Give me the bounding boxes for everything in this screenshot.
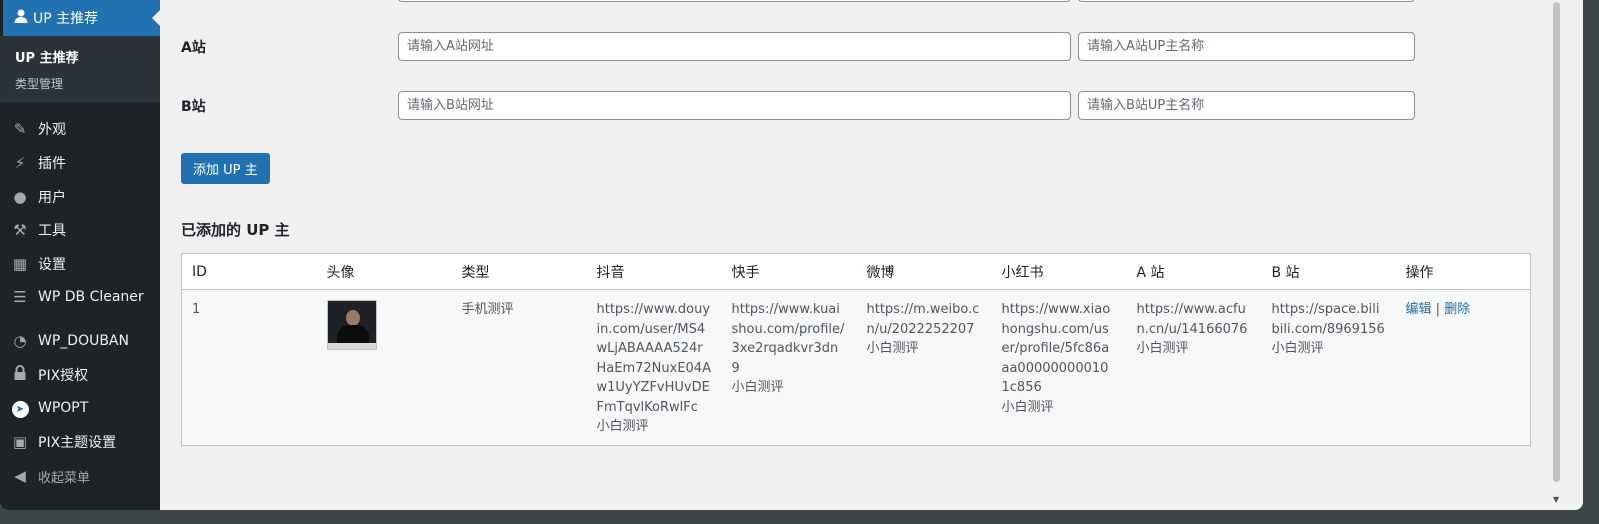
scroll-down-icon[interactable]: ▼	[1553, 495, 1559, 504]
a-station-name: 小白测评	[1136, 341, 1189, 356]
b-station-name-input[interactable]	[1078, 91, 1415, 120]
previous-url-input[interactable]	[398, 0, 1071, 2]
app-window: UP 主推荐 UP 主推荐 类型管理 ✎ 外观 ⚡ 插件 ● 用户 ⚒ 工具 ▦…	[0, 0, 1583, 510]
user-icon	[13, 8, 33, 28]
section-title: 已添加的 UP 主	[181, 221, 290, 239]
sidebar-item-tools[interactable]: ⚒ 工具	[0, 214, 160, 246]
weibo-url: https://m.weibo.cn/u/2022252207	[866, 302, 980, 337]
sidebar-item-appearance[interactable]: ✎ 外观	[0, 113, 160, 145]
sidebar-item-label: UP 主推荐	[33, 11, 99, 27]
current-arrow	[152, 10, 160, 26]
sidebar-item-pix-license[interactable]: PIX授权	[0, 359, 160, 391]
column-header: 抖音	[586, 253, 722, 290]
wrench-icon: ⚒	[13, 221, 27, 239]
cell-b-station: https://space.bilibili.com/8969156 小白测评	[1261, 289, 1396, 445]
sidebar-item-label: PIX主题设置	[38, 435, 117, 451]
sidebar-item-label: WP DB Cleaner	[38, 289, 144, 305]
a-station-url-input[interactable]	[398, 32, 1071, 61]
a-station-url: https://www.acfun.cn/u/14166076	[1136, 302, 1248, 337]
cell-xiaohongshu: https://www.xiaohongshu.com/user/profile…	[991, 289, 1127, 445]
sidebar-item-settings[interactable]: ▦ 设置	[0, 248, 160, 280]
collapse-icon: ◀	[14, 467, 26, 485]
sidebar-item-pix-theme-settings[interactable]: ▣ PIX主题设置	[0, 426, 160, 458]
douyin-url: https://www.douyin.com/user/MS4wLjABAAAA…	[596, 302, 711, 415]
previous-name-input[interactable]	[1078, 0, 1415, 2]
b-station-url-input[interactable]	[398, 91, 1071, 120]
admin-sidebar: UP 主推荐 UP 主推荐 类型管理 ✎ 外观 ⚡ 插件 ● 用户 ⚒ 工具 ▦…	[0, 0, 160, 510]
sidebar-item-plugins[interactable]: ⚡ 插件	[0, 147, 160, 179]
cell-type: 手机测评	[451, 289, 587, 445]
avatar	[326, 300, 377, 350]
kuaishou-url: https://www.kuaishou.com/profile/3xe2rqa…	[731, 302, 845, 376]
up-table: ID 头像 类型 抖音 快手 微博 小红书 A 站 B 站 操作 1 手机测评 …	[181, 253, 1531, 446]
sidebar-item-wp-db-cleaner[interactable]: ☰ WP DB Cleaner	[0, 281, 160, 313]
sidebar-item-label: WPOPT	[38, 400, 89, 416]
sidebar-item-label: WP_DOUBAN	[38, 333, 129, 349]
edit-link[interactable]: 编辑	[1406, 302, 1432, 317]
rocket-icon: ➤	[10, 398, 30, 418]
column-header: 头像	[316, 253, 452, 290]
sidebar-item-label: 设置	[38, 257, 66, 273]
pie-chart-icon: ◔	[13, 332, 27, 350]
xiaohongshu-name: 小白测评	[1001, 399, 1054, 415]
database-icon: ☰	[13, 288, 27, 306]
cell-kuaishou: https://www.kuaishou.com/profile/3xe2rqa…	[721, 289, 857, 445]
a-station-label: A站	[181, 40, 206, 56]
collapse-menu-button[interactable]: ◀ 收起菜单	[0, 460, 160, 492]
plugin-icon: ⚡	[14, 154, 26, 172]
a-station-name-input[interactable]	[1078, 32, 1415, 61]
lock-icon	[10, 365, 30, 385]
cell-a-station: https://www.acfun.cn/u/14166076 小白测评	[1126, 289, 1262, 445]
submenu-item-type-manage[interactable]: 类型管理	[15, 75, 63, 92]
sidebar-item-label: 插件	[38, 156, 66, 172]
column-header: B 站	[1261, 253, 1396, 290]
column-header: A 站	[1126, 253, 1262, 290]
sidebar-item-label: 用户	[38, 190, 66, 206]
cell-id: 1	[181, 289, 317, 445]
submenu: UP 主推荐 类型管理	[0, 36, 160, 102]
sidebar-item-up-recommend[interactable]: UP 主推荐	[3, 0, 160, 36]
add-up-button[interactable]: 添加 UP 主	[181, 153, 270, 184]
sidebar-item-wp-douban[interactable]: ◔ WP_DOUBAN	[0, 325, 160, 357]
table-header-row: ID 头像 类型 抖音 快手 微博 小红书 A 站 B 站 操作	[181, 253, 1531, 290]
sidebar-item-label: PIX授权	[38, 368, 89, 384]
socket-icon: ▣	[12, 433, 28, 451]
brush-icon: ✎	[13, 120, 27, 138]
page-scrollbar[interactable]: ▼	[1550, 0, 1564, 510]
douyin-name: 小白测评	[596, 419, 649, 434]
kuaishou-name: 小白测评	[731, 380, 784, 395]
b-station-name: 小白测评	[1271, 341, 1324, 356]
sidebar-item-label: 外观	[38, 122, 66, 138]
cell-actions: 编辑 | 删除	[1395, 289, 1531, 445]
column-header: ID	[181, 253, 317, 290]
users-icon: ●	[13, 188, 27, 206]
main-content: A站 B站 添加 UP 主 已添加的 UP 主 ID 头像 类型 抖音 快手	[160, 0, 1550, 510]
sidebar-item-label: 工具	[38, 223, 66, 239]
column-header: 操作	[1395, 253, 1531, 290]
xiaohongshu-url: https://www.xiaohongshu.com/user/profile…	[1001, 302, 1111, 395]
action-separator: |	[1435, 302, 1441, 317]
column-header: 快手	[721, 253, 857, 290]
cell-weibo: https://m.weibo.cn/u/2022252207 小白测评	[856, 289, 992, 445]
sidebar-item-wpopt[interactable]: ➤ WPOPT	[0, 392, 160, 424]
column-header: 类型	[451, 253, 587, 290]
column-header: 微博	[856, 253, 992, 290]
settings-icon: ▦	[12, 255, 28, 273]
weibo-name: 小白测评	[866, 341, 919, 356]
table-row: 1 手机测评 https://www.douyin.com/user/MS4wL…	[181, 289, 1531, 445]
column-header: 小红书	[991, 253, 1127, 290]
b-station-label: B站	[181, 99, 206, 115]
sidebar-item-users[interactable]: ● 用户	[0, 181, 160, 213]
cell-avatar	[316, 289, 452, 445]
scrollbar-thumb[interactable]	[1553, 2, 1560, 482]
delete-link[interactable]: 删除	[1444, 302, 1470, 317]
collapse-menu-label: 收起菜单	[38, 470, 91, 486]
b-station-url: https://space.bilibili.com/8969156	[1271, 302, 1385, 337]
submenu-item-up-recommend[interactable]: UP 主推荐	[15, 47, 79, 66]
cell-douyin: https://www.douyin.com/user/MS4wLjABAAAA…	[586, 289, 722, 445]
